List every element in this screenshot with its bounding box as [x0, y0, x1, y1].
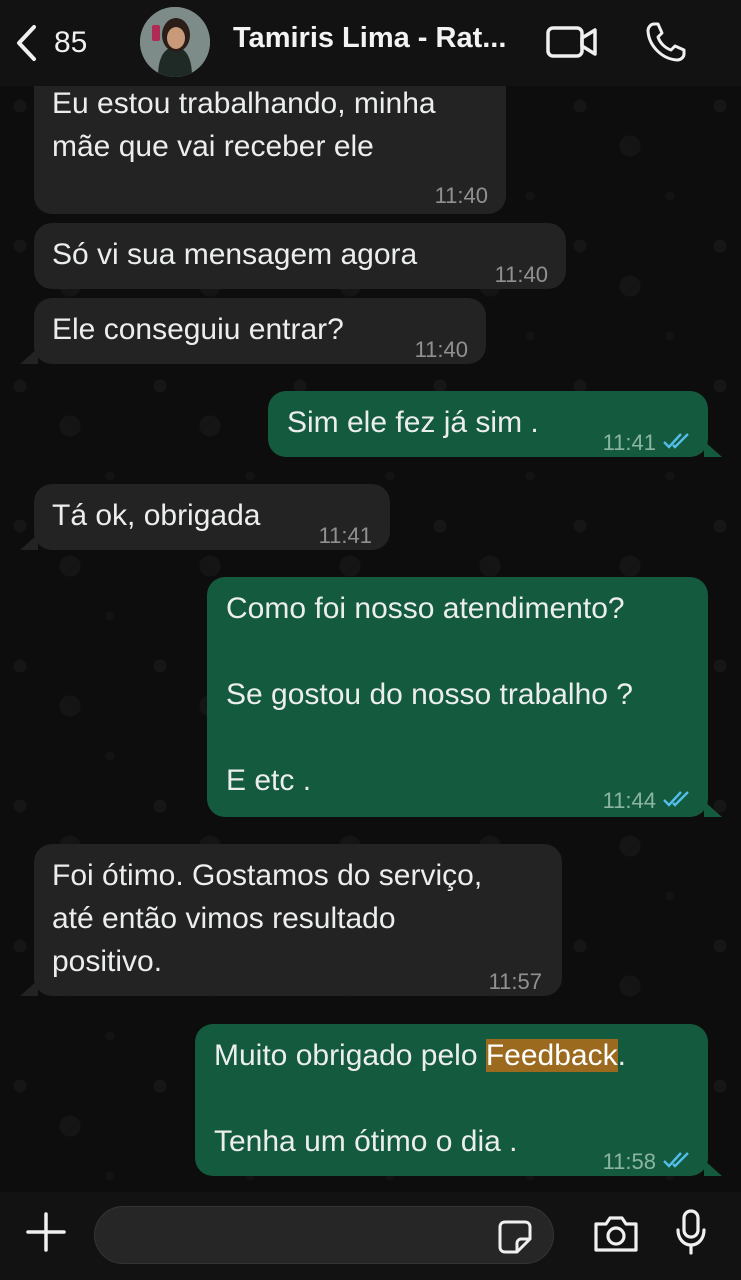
bubble-tail: [704, 441, 722, 457]
plus-icon[interactable]: [24, 1210, 68, 1259]
message-text: Como foi nosso atendimento? Se gostou do…: [226, 592, 633, 797]
double-check-icon: [662, 779, 692, 822]
bubble-tail: [20, 534, 38, 550]
unread-count: 85: [54, 26, 88, 59]
message-time: 11:44: [603, 779, 692, 822]
phone-icon[interactable]: [644, 20, 688, 69]
video-call-icon[interactable]: [546, 20, 598, 69]
bubble-tail: [704, 801, 722, 817]
message-time: 11:40: [414, 337, 468, 362]
message-input[interactable]: [94, 1206, 554, 1264]
message-text: Tá ok, obrigada: [52, 499, 261, 532]
highlighted-word[interactable]: Feedback: [485, 1039, 618, 1072]
avatar[interactable]: [140, 7, 210, 77]
message-text: Muito obrigado pelo Feedback. Tenha um ó…: [214, 1034, 626, 1163]
message-time: 11:40: [494, 262, 548, 287]
message-incoming[interactable]: Foi ótimo. Gostamos do serviço, até entã…: [20, 844, 562, 996]
time-label: 11:41: [602, 430, 656, 455]
message-text: Foi ótimo. Gostamos do serviço, até entã…: [52, 859, 483, 978]
message-text: Ele conseguiu entrar?: [52, 313, 344, 346]
microphone-icon[interactable]: [674, 1208, 708, 1261]
message-text: Só vi sua mensagem agora: [52, 238, 418, 271]
message-time: 11:40: [434, 183, 488, 208]
bubble-tail: [20, 980, 38, 996]
camera-icon[interactable]: [592, 1214, 640, 1259]
message-outgoing[interactable]: Como foi nosso atendimento? Se gostou do…: [207, 577, 722, 817]
message-time: 11:41: [603, 421, 692, 464]
chevron-left-icon: [14, 23, 38, 63]
bubble-tail: [704, 1160, 722, 1176]
message-text: Sim ele fez já sim .: [287, 406, 539, 439]
message-time: 11:58: [603, 1140, 692, 1183]
message-incoming[interactable]: Eu estou trabalhando, minha mãe que vai …: [34, 82, 506, 214]
time-label: 11:44: [602, 788, 656, 813]
back-button[interactable]: 85: [14, 20, 87, 66]
message-time: 11:57: [488, 969, 542, 994]
contact-name[interactable]: Tamiris Lima - Rat...: [233, 22, 533, 55]
double-check-icon: [662, 1140, 692, 1183]
message-incoming[interactable]: Só vi sua mensagem agora 11:40: [34, 223, 566, 289]
message-incoming[interactable]: Tá ok, obrigada 11:41: [20, 484, 390, 550]
sticker-icon[interactable]: [497, 1219, 533, 1260]
input-bar: [0, 1192, 741, 1280]
double-check-icon: [662, 421, 692, 464]
message-outgoing[interactable]: Muito obrigado pelo Feedback. Tenha um ó…: [195, 1024, 722, 1176]
message-incoming[interactable]: Ele conseguiu entrar? 11:40: [20, 298, 486, 364]
message-text: Eu estou trabalhando, minha mãe que vai …: [52, 87, 436, 163]
bubble-tail: [20, 348, 38, 364]
chat-header: 85 Tamiris Lima - Rat...: [0, 0, 741, 86]
message-time: 11:41: [318, 523, 372, 548]
message-text-part: Muito obrigado pelo: [214, 1039, 486, 1072]
message-outgoing[interactable]: Sim ele fez já sim . 11:41: [268, 391, 722, 457]
time-label: 11:58: [602, 1149, 656, 1174]
